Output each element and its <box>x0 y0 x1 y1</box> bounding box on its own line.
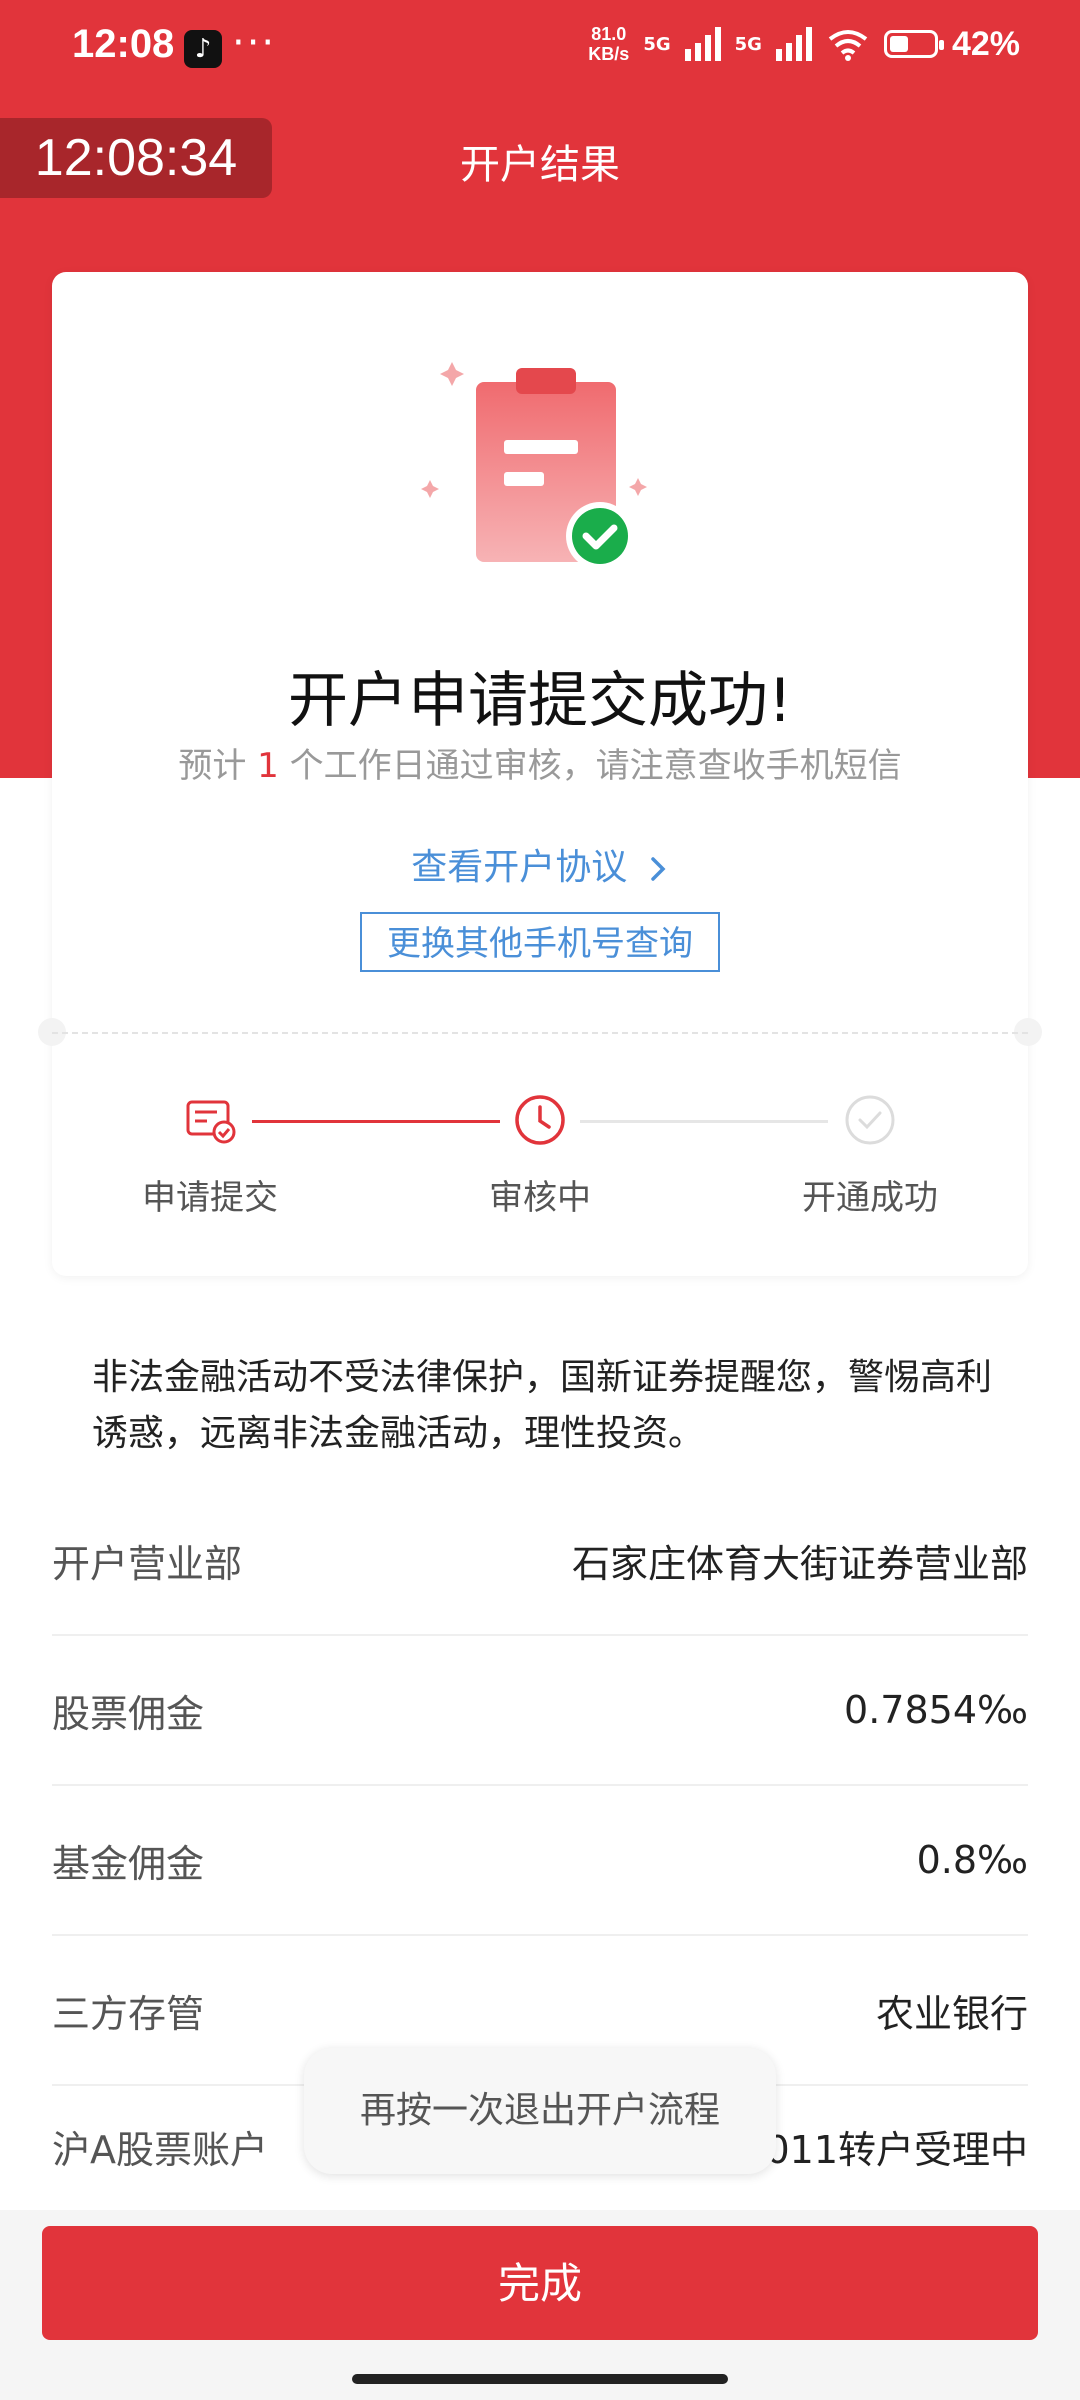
network-type-2: 5G <box>734 33 762 55</box>
subtitle-days: 1 <box>257 746 279 786</box>
info-row-stock-commission: 股票佣金 0.7854‰ <box>52 1636 1028 1786</box>
step-completed: 开通成功 <box>750 1092 990 1219</box>
page-title: 开户结果 <box>460 142 620 188</box>
dashed-divider <box>52 1032 1028 1034</box>
clock-icon <box>515 1095 565 1145</box>
check-circle-icon <box>845 1095 895 1145</box>
step-label-completed: 开通成功 <box>802 1178 938 1218</box>
subtitle-suffix: 个工作日通过审核，请注意查收手机短信 <box>289 746 902 786</box>
success-title: 开户申请提交成功! <box>287 666 793 736</box>
step-reviewing: 审核中 <box>420 1092 660 1219</box>
status-right: 81.0 KB/s 5G 5G 42% <box>588 24 1020 64</box>
submit-card-icon <box>186 1100 236 1144</box>
tiktok-icon: ♪ <box>184 30 222 68</box>
battery-icon <box>883 30 944 58</box>
info-label: 股票佣金 <box>52 1691 205 1736</box>
success-subtitle: 预计 1 个工作日通过审核，请注意查收手机短信 <box>52 738 1028 787</box>
status-time: 12:08 <box>72 22 175 66</box>
signal-icon-2 <box>775 27 812 61</box>
signal-icon <box>684 27 721 61</box>
more-dots-icon: ··· <box>232 20 277 66</box>
info-row-fund-commission: 基金佣金 0.8‰ <box>52 1786 1028 1936</box>
done-button[interactable]: 完成 <box>42 2226 1038 2340</box>
view-agreement-link[interactable]: 查看开户协议 <box>52 838 1028 890</box>
info-label: 三方存管 <box>52 1991 205 2036</box>
network-speed-value: 81.0 <box>591 24 627 44</box>
info-label: 开户营业部 <box>52 1541 243 1586</box>
info-label: 基金佣金 <box>52 1841 205 1886</box>
step-submitted: 申请提交 <box>90 1092 330 1219</box>
step-label-reviewing: 审核中 <box>489 1178 591 1218</box>
status-bar: 12:08 ♪ ··· 81.0 KB/s 5G 5G 42% <box>0 0 1080 100</box>
step-label-submitted: 申请提交 <box>142 1178 278 1218</box>
info-value: 0.7854‰ <box>844 1688 1028 1732</box>
network-speed-unit: KB/s <box>588 44 630 64</box>
info-row-branch: 开户营业部 石家庄体育大街证券营业部 <box>52 1486 1028 1636</box>
info-label: 沪A股票账户 <box>52 2127 268 2172</box>
home-indicator[interactable] <box>352 2374 728 2384</box>
result-card: 开户申请提交成功! 预计 1 个工作日通过审核，请注意查收手机短信 查看开户协议… <box>38 272 1042 1276</box>
exit-toast: 再按一次退出开户流程 <box>304 2048 776 2174</box>
view-agreement-label: 查看开户协议 <box>411 847 628 888</box>
chevron-right-icon <box>650 857 666 881</box>
info-value: 011转户受理中 <box>765 2127 1028 2172</box>
subtitle-prefix: 预计 <box>178 746 247 786</box>
network-speed: 81.0 KB/s <box>588 24 629 64</box>
battery-percent: 42% <box>951 24 1020 63</box>
risk-notice: 非法金融活动不受法律保护，国新证券提醒您，警惕高利诱惑，远离非法金融活动，理性投… <box>92 1357 993 1454</box>
change-phone-button[interactable]: 更换其他手机号查询 <box>360 912 720 972</box>
info-value: 农业银行 <box>875 1991 1028 2036</box>
wifi-icon <box>828 30 868 61</box>
network-type-1: 5G <box>643 33 671 55</box>
progress-steps: 申请提交 审核中 开通成功 <box>52 1092 1028 1242</box>
info-value: 0.8‰ <box>916 1838 1028 1882</box>
clipboard-success-illustration <box>421 362 647 570</box>
info-value: 石家庄体育大街证券营业部 <box>571 1541 1028 1586</box>
